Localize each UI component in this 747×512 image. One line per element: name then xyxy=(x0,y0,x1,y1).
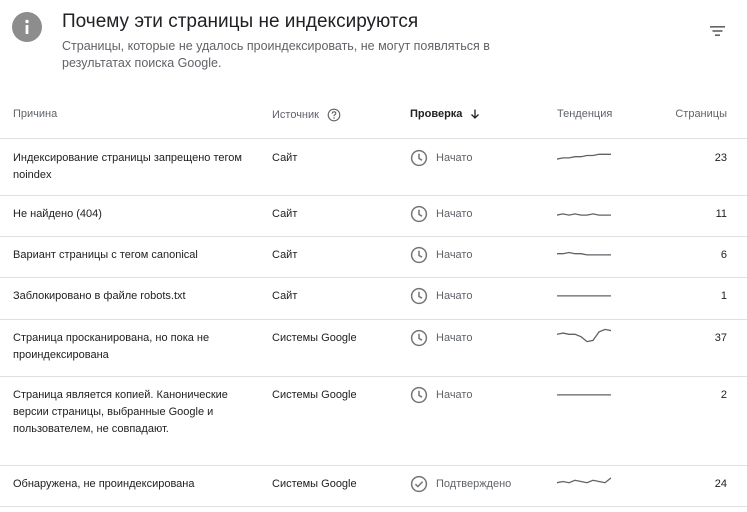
reason-cell: Страница просканирована, но пока не прои… xyxy=(13,332,210,361)
column-header-source[interactable]: Источник xyxy=(272,108,341,122)
reason-cell: Индексирование страницы запрещено тегом … xyxy=(13,152,242,181)
trend-sparkline xyxy=(557,285,611,302)
status-cell: Начато xyxy=(410,386,472,404)
filter-icon xyxy=(710,26,725,36)
clock-icon xyxy=(410,287,428,305)
status-label: Начато xyxy=(436,207,473,220)
reason-cell: Обнаружена, не проиндексирована xyxy=(13,478,195,490)
column-header-pages[interactable]: Страницы xyxy=(675,108,727,120)
reason-cell: Не найдено (404) xyxy=(13,208,102,220)
trend-sparkline xyxy=(556,203,611,220)
status-cell: Начато xyxy=(410,205,472,223)
pages-count: 6 xyxy=(720,249,727,261)
clock-icon xyxy=(410,149,428,167)
pages-count: 1 xyxy=(720,290,727,302)
trend-line xyxy=(556,477,612,484)
source-cell: Сайт xyxy=(272,208,298,220)
help-icon[interactable] xyxy=(327,108,341,122)
pages-count: 37 xyxy=(714,332,727,344)
info-icon xyxy=(12,12,42,42)
source-cell: Системы Google xyxy=(272,332,357,344)
pages-count: 24 xyxy=(714,478,727,490)
check-circle-icon xyxy=(410,475,428,493)
column-header-reason[interactable]: Причина xyxy=(13,108,57,120)
section-subtitle: Страницы, которые не удалось проиндексир… xyxy=(62,39,490,70)
trend-line xyxy=(557,251,611,256)
table-row[interactable]: Индексирование страницы запрещено тегом … xyxy=(0,139,747,196)
trend-sparkline xyxy=(556,473,612,490)
column-header-trend[interactable]: Тенденция xyxy=(557,108,612,120)
section-header: Почему эти страницы не индексируются Стр… xyxy=(0,0,747,90)
table-row[interactable]: Заблокировано в файле robots.txt Сайт Нача… xyxy=(0,277,747,320)
status-cell: Начато xyxy=(410,287,472,305)
column-header-label: Тенденция xyxy=(557,108,613,120)
sort-arrow-down-icon xyxy=(471,109,480,119)
status-label: Начато xyxy=(436,289,473,302)
table-row[interactable]: Вариант страницы с тегом canonical Сайт На… xyxy=(0,236,747,278)
trend-line xyxy=(556,153,611,160)
clock-icon xyxy=(410,205,428,223)
status-label: Начато xyxy=(436,331,473,344)
filter-button[interactable] xyxy=(704,18,730,44)
clock-icon xyxy=(410,386,428,404)
column-header-label: Причина xyxy=(13,108,58,120)
source-cell: Сайт xyxy=(272,249,298,261)
status-label: Начато xyxy=(436,248,473,261)
reason-cell: Вариант страницы с тегом canonical xyxy=(13,249,198,261)
trend-sparkline xyxy=(557,384,611,401)
pages-count: 11 xyxy=(715,208,727,220)
source-cell: Системы Google xyxy=(272,478,357,490)
clock-icon xyxy=(410,329,428,347)
clock-icon xyxy=(410,246,428,264)
section-title: Почему эти страницы не индексируются xyxy=(62,11,419,32)
reason-cell: Заблокировано в файле robots.txt xyxy=(13,290,186,302)
reason-cell: Страница является копией. Канонические в… xyxy=(13,389,228,435)
column-header-label: Страницы xyxy=(675,108,727,120)
status-cell: Начато xyxy=(410,246,472,264)
source-cell: Системы Google xyxy=(272,389,357,401)
status-label: Начато xyxy=(436,388,473,401)
pages-count: 23 xyxy=(714,152,727,164)
status-label: Начато xyxy=(436,151,473,164)
table-row[interactable]: Страница является копией. Канонические в… xyxy=(0,376,747,466)
source-cell: Сайт xyxy=(272,290,298,302)
source-cell: Сайт xyxy=(272,152,298,164)
column-header-label: Проверка xyxy=(410,108,463,120)
trend-line xyxy=(556,213,611,216)
trend-sparkline xyxy=(557,244,611,261)
table-row[interactable]: Страница просканирована, но пока не прои… xyxy=(0,319,747,377)
status-cell: Подтверждено xyxy=(410,475,511,493)
pages-count: 2 xyxy=(720,389,727,401)
table-row[interactable]: Обнаружена, не проиндексирована Системы G… xyxy=(0,465,747,507)
status-cell: Начато xyxy=(410,329,472,347)
trend-sparkline xyxy=(556,327,612,344)
table-row[interactable]: Не найдено (404) Сайт Начато 11 xyxy=(0,195,747,237)
trend-line xyxy=(556,328,612,343)
column-header-validation[interactable]: Проверка xyxy=(410,108,481,120)
column-header-label: Источник xyxy=(272,109,319,121)
status-cell: Начато xyxy=(410,149,472,167)
trend-sparkline xyxy=(556,147,611,164)
status-label: Подтверждено xyxy=(436,477,512,490)
